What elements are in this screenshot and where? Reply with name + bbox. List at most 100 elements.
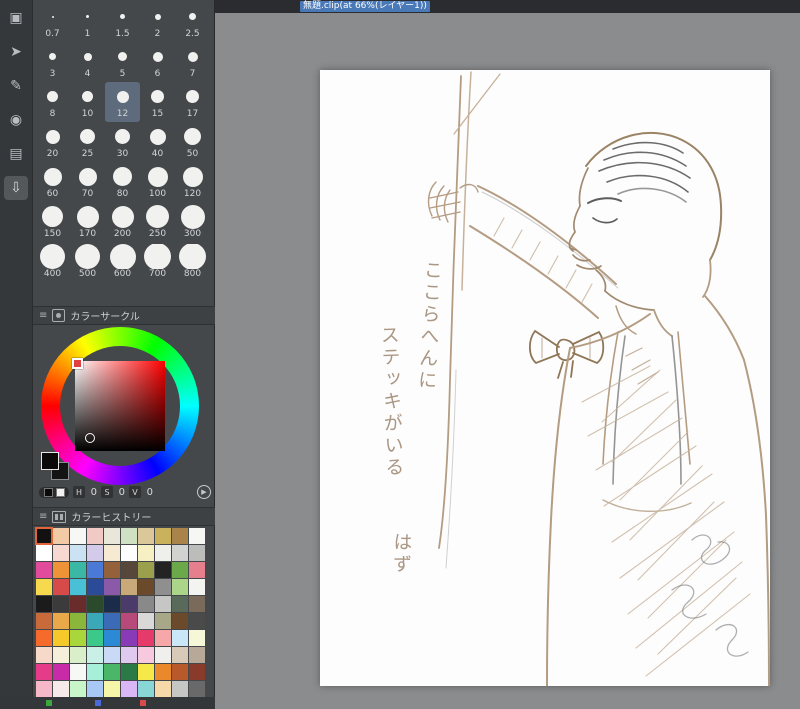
brush-size-1[interactable]: 1 <box>70 2 105 42</box>
brush-size-10[interactable]: 10 <box>70 82 105 122</box>
history-swatch-33[interactable] <box>87 579 103 595</box>
history-swatch-67[interactable] <box>155 630 171 646</box>
history-swatch-37[interactable] <box>155 579 171 595</box>
history-swatch-96[interactable] <box>138 681 154 697</box>
history-swatch-6[interactable] <box>138 528 154 544</box>
history-swatch-66[interactable] <box>138 630 154 646</box>
sub-tool-icon[interactable]: ➤ <box>4 40 28 64</box>
history-swatch-7[interactable] <box>155 528 171 544</box>
history-swatch-1[interactable] <box>53 528 69 544</box>
footer-swatch-1[interactable] <box>95 700 101 706</box>
sv-marker-circle[interactable] <box>85 433 95 443</box>
history-swatch-25[interactable] <box>121 562 137 578</box>
brush-size-170[interactable]: 170 <box>70 202 105 242</box>
history-swatch-59[interactable] <box>189 613 205 629</box>
history-swatch-12[interactable] <box>70 545 86 561</box>
history-swatch-29[interactable] <box>189 562 205 578</box>
color-chip-toggle[interactable] <box>39 486 69 498</box>
history-swatch-92[interactable] <box>70 681 86 697</box>
color-set-icon[interactable]: ◉ <box>4 108 28 132</box>
history-swatch-0[interactable] <box>35 527 53 545</box>
history-swatch-9[interactable] <box>189 528 205 544</box>
history-swatch-57[interactable] <box>155 613 171 629</box>
history-swatch-21[interactable] <box>53 562 69 578</box>
brush-size-3[interactable]: 3 <box>35 42 70 82</box>
history-swatch-82[interactable] <box>70 664 86 680</box>
history-swatch-43[interactable] <box>87 596 103 612</box>
history-swatch-31[interactable] <box>53 579 69 595</box>
brush-size-80[interactable]: 80 <box>105 162 140 202</box>
history-swatch-88[interactable] <box>172 664 188 680</box>
brush-size-6[interactable]: 6 <box>140 42 175 82</box>
brush-size-300[interactable]: 300 <box>175 202 210 242</box>
footer-swatch-2[interactable] <box>140 700 146 706</box>
history-swatch-74[interactable] <box>104 647 120 663</box>
history-swatch-81[interactable] <box>53 664 69 680</box>
history-swatch-71[interactable] <box>53 647 69 663</box>
brush-size-12[interactable]: 12 <box>105 82 140 122</box>
history-swatch-90[interactable] <box>36 681 52 697</box>
history-swatch-16[interactable] <box>138 545 154 561</box>
history-swatch-26[interactable] <box>138 562 154 578</box>
drawing-canvas[interactable]: ここらへんに ステッキがいる はず <box>320 70 770 686</box>
brush-size-120[interactable]: 120 <box>175 162 210 202</box>
history-swatch-86[interactable] <box>138 664 154 680</box>
history-swatch-52[interactable] <box>70 613 86 629</box>
history-swatch-56[interactable] <box>138 613 154 629</box>
history-swatch-44[interactable] <box>104 596 120 612</box>
history-swatch-64[interactable] <box>104 630 120 646</box>
history-swatch-58[interactable] <box>172 613 188 629</box>
history-swatch-78[interactable] <box>172 647 188 663</box>
history-swatch-23[interactable] <box>87 562 103 578</box>
brush-size-70[interactable]: 70 <box>70 162 105 202</box>
history-swatch-63[interactable] <box>87 630 103 646</box>
history-swatch-70[interactable] <box>36 647 52 663</box>
history-swatch-46[interactable] <box>138 596 154 612</box>
history-swatch-11[interactable] <box>53 545 69 561</box>
history-swatch-48[interactable] <box>172 596 188 612</box>
brush-size-15[interactable]: 15 <box>140 82 175 122</box>
history-swatch-68[interactable] <box>172 630 188 646</box>
history-swatch-83[interactable] <box>87 664 103 680</box>
history-swatch-8[interactable] <box>172 528 188 544</box>
pen-tool-icon[interactable]: ✎ <box>4 74 28 98</box>
wheel-mode-toggle-icon[interactable]: ▶ <box>197 485 211 499</box>
history-swatch-93[interactable] <box>87 681 103 697</box>
history-swatch-28[interactable] <box>172 562 188 578</box>
brush-size-4[interactable]: 4 <box>70 42 105 82</box>
sv-marker-square[interactable] <box>72 358 83 369</box>
history-swatch-73[interactable] <box>87 647 103 663</box>
foreground-color-swatch[interactable] <box>41 452 59 470</box>
history-swatch-87[interactable] <box>155 664 171 680</box>
brush-size-100[interactable]: 100 <box>140 162 175 202</box>
history-swatch-3[interactable] <box>87 528 103 544</box>
brush-size-600[interactable]: 600 <box>105 242 140 282</box>
footer-swatch-0[interactable] <box>46 700 52 706</box>
history-swatch-62[interactable] <box>70 630 86 646</box>
brush-size-60[interactable]: 60 <box>35 162 70 202</box>
history-swatch-79[interactable] <box>189 647 205 663</box>
history-swatch-94[interactable] <box>104 681 120 697</box>
brush-size-0.7[interactable]: 0.7 <box>35 2 70 42</box>
history-swatch-54[interactable] <box>104 613 120 629</box>
brush-size-200[interactable]: 200 <box>105 202 140 242</box>
history-swatch-76[interactable] <box>138 647 154 663</box>
brush-size-150[interactable]: 150 <box>35 202 70 242</box>
history-swatch-4[interactable] <box>104 528 120 544</box>
brush-size-40[interactable]: 40 <box>140 122 175 162</box>
brush-size-25[interactable]: 25 <box>70 122 105 162</box>
panel-menu-icon[interactable]: ≡ <box>39 511 47 522</box>
brush-size-400[interactable]: 400 <box>35 242 70 282</box>
history-swatch-60[interactable] <box>36 630 52 646</box>
history-swatch-61[interactable] <box>53 630 69 646</box>
history-swatch-65[interactable] <box>121 630 137 646</box>
history-swatch-17[interactable] <box>155 545 171 561</box>
history-swatch-14[interactable] <box>104 545 120 561</box>
history-swatch-39[interactable] <box>189 579 205 595</box>
history-swatch-50[interactable] <box>36 613 52 629</box>
history-swatch-36[interactable] <box>138 579 154 595</box>
brush-size-1.5[interactable]: 1.5 <box>105 2 140 42</box>
history-swatch-55[interactable] <box>121 613 137 629</box>
brush-size-17[interactable]: 17 <box>175 82 210 122</box>
brush-size-5[interactable]: 5 <box>105 42 140 82</box>
